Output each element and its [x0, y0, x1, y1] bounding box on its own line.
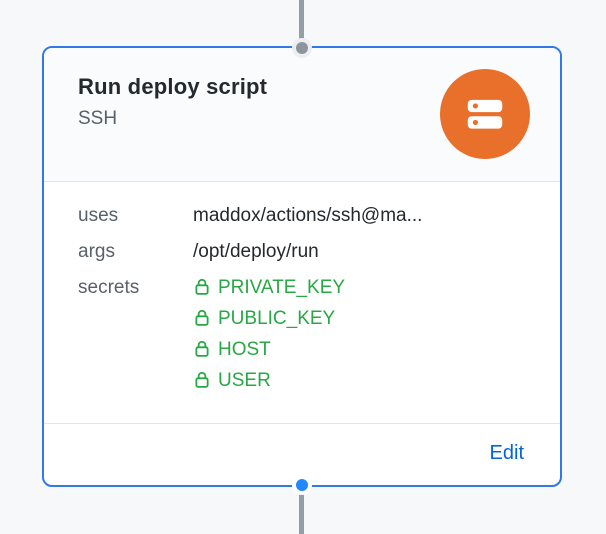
edit-button[interactable]: Edit — [490, 442, 524, 464]
secret-item: USER — [193, 370, 532, 390]
server-icon — [440, 69, 530, 159]
node-body: uses maddox/actions/ssh@ma... args /opt/… — [44, 182, 560, 423]
uses-row: uses maddox/actions/ssh@ma... — [78, 198, 532, 234]
secret-item: PUBLIC_KEY — [193, 308, 532, 328]
field-value: maddox/actions/ssh@ma... — [193, 205, 532, 227]
lock-icon — [193, 308, 211, 328]
node-title: Run deploy script — [78, 74, 267, 100]
field-label: args — [78, 241, 193, 263]
node-header: Run deploy script SSH — [44, 48, 560, 182]
secret-name: HOST — [218, 340, 271, 359]
lock-icon — [193, 277, 211, 297]
node-subtitle: SSH — [78, 108, 267, 130]
secret-name: PRIVATE_KEY — [218, 278, 345, 297]
node-header-text: Run deploy script SSH — [78, 74, 267, 130]
secrets-list: PRIVATE_KEY PUBLIC_KEY — [193, 277, 532, 390]
field-label: uses — [78, 205, 193, 227]
field-value: /opt/deploy/run — [193, 241, 532, 263]
lock-icon — [193, 370, 211, 390]
secret-item: HOST — [193, 339, 532, 359]
secrets-row: secrets PRIVATE_KEY — [78, 270, 532, 397]
secret-item: PRIVATE_KEY — [193, 277, 532, 297]
input-port[interactable] — [292, 38, 312, 58]
output-port[interactable] — [292, 475, 312, 495]
field-label: secrets — [78, 277, 193, 299]
lock-icon — [193, 339, 211, 359]
secret-name: USER — [218, 371, 271, 390]
workflow-node-card[interactable]: Run deploy script SSH uses maddox/action… — [42, 46, 562, 487]
secret-name: PUBLIC_KEY — [218, 309, 335, 328]
args-row: args /opt/deploy/run — [78, 234, 532, 270]
